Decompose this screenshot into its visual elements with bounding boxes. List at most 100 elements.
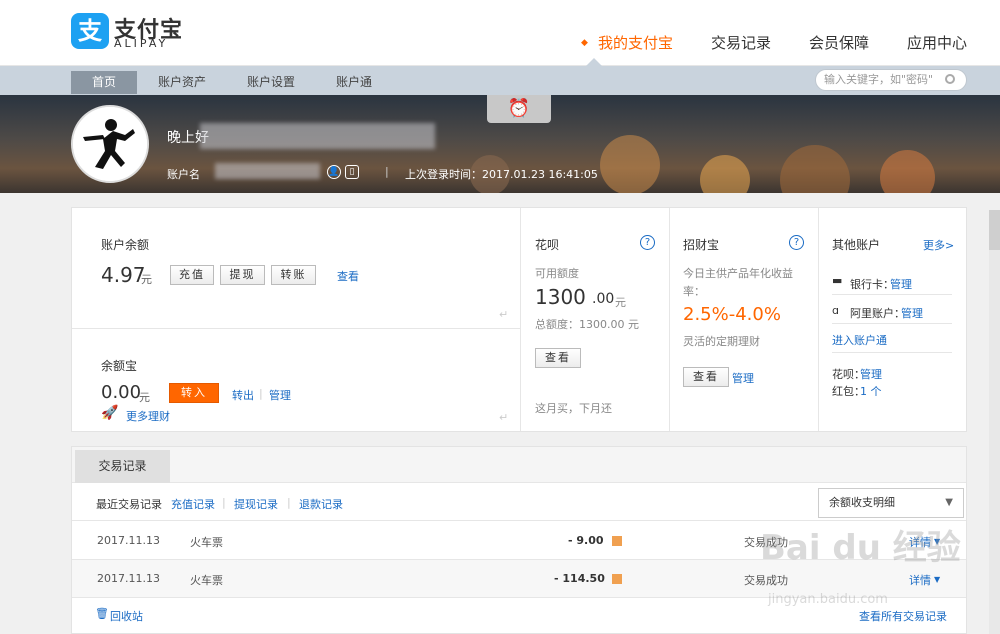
nav-transactions[interactable]: 交易记录 xyxy=(711,0,771,66)
available-credit-label: 可用额度 xyxy=(535,267,579,280)
transfer-out-link[interactable]: 转出 xyxy=(232,387,254,403)
divider xyxy=(832,294,952,295)
asset-panel: 账户余额 4.97 元 充值 提现 转账 查看 ↵ 余额宝 0.00 元 转入 … xyxy=(71,207,967,432)
nav-membership[interactable]: 会员保障 xyxy=(809,0,869,66)
tx-detail-link[interactable]: 详情 xyxy=(909,572,931,588)
recycle-bin-link[interactable]: 回收站 xyxy=(110,608,143,624)
ali-account-manage-link[interactable]: 管理 xyxy=(901,305,923,321)
help-icon[interactable]: ? xyxy=(640,235,655,250)
ali-account-icon: ɑ xyxy=(832,304,839,317)
tx-type-select[interactable]: 余额收支明细 ▼ xyxy=(818,488,964,518)
subnav-assets[interactable]: 账户资产 xyxy=(149,71,215,94)
hongbao-count[interactable]: 1 个 xyxy=(860,383,882,399)
mobile-icon[interactable]: ▯ xyxy=(345,165,359,179)
divider xyxy=(832,323,952,324)
transfer-in-button[interactable]: 转入 xyxy=(169,383,219,403)
yuebao-unit: 元 xyxy=(139,391,150,404)
trash-icon: 🗑 xyxy=(95,607,109,620)
recharge-button[interactable]: 充值 xyxy=(170,265,214,285)
avatar[interactable] xyxy=(71,105,149,183)
return-icon: ↵ xyxy=(499,411,509,424)
enter-account-pass-link[interactable]: 进入账户通 xyxy=(832,332,887,348)
tx-amount: - 114.50 xyxy=(554,572,605,585)
tx-name: 火车票 xyxy=(190,536,223,549)
redacted-username xyxy=(200,123,435,149)
huabei-view-button[interactable]: 查看 xyxy=(535,348,581,368)
active-nav-indicator xyxy=(586,58,602,66)
balance-amount: 4.97 xyxy=(101,263,146,287)
bokeh-light xyxy=(700,155,750,193)
other-accounts-title: 其他账户 xyxy=(832,238,881,252)
refund-records-link[interactable]: 退款记录 xyxy=(299,496,343,512)
transfer-button[interactable]: 转账 xyxy=(271,265,316,285)
tx-name: 火车票 xyxy=(190,574,223,587)
ali-account-label: 阿里账户： xyxy=(850,307,905,320)
last-login-time: 上次登录时间：2017.01.23 16:41:05 xyxy=(405,168,598,181)
divider xyxy=(669,208,670,431)
zhaocai-rate: 2.5%-4.0% xyxy=(683,304,781,325)
tab-transactions[interactable]: 交易记录 xyxy=(75,450,170,483)
tx-tab-bar: 交易记录 xyxy=(72,447,966,483)
tx-tag-icon xyxy=(612,536,622,546)
alipay-logo-icon[interactable]: 支 xyxy=(71,13,109,49)
zhaocai-note: 灵活的定期理财 xyxy=(683,335,760,348)
available-credit-int: 1300 xyxy=(535,285,586,309)
bank-card-manage-link[interactable]: 管理 xyxy=(890,276,912,292)
subnav-home[interactable]: 首页 xyxy=(71,71,137,94)
zhaocai-view-button[interactable]: 查看 xyxy=(683,367,729,387)
divider: | xyxy=(287,496,291,509)
tx-type-selected: 余额收支明细 xyxy=(829,496,895,509)
huabei-title: 花呗 xyxy=(535,238,560,252)
view-all-tx-link[interactable]: 查看所有交易记录 xyxy=(859,608,947,624)
runner-silhouette-icon xyxy=(73,107,147,181)
scrollbar-track[interactable] xyxy=(989,210,1000,634)
tx-tag-icon xyxy=(612,574,622,584)
yuebao-manage-link[interactable]: 管理 xyxy=(269,387,291,403)
profile-banner: ⏰ 晚上好 账户名 👤 ▯ | 上次登录时间：2017.01.23 16:41:0… xyxy=(0,95,1000,193)
nav-apps[interactable]: 应用中心 xyxy=(907,0,967,66)
bank-card-icon: ▬ xyxy=(832,274,843,287)
top-header: 支 支付宝 ALIPAY 我的支付宝 交易记录 会员保障 应用中心 xyxy=(0,0,1000,86)
more-link[interactable]: 更多> xyxy=(923,237,954,253)
balance-unit: 元 xyxy=(141,273,152,286)
more-finance-link[interactable]: 更多理财 xyxy=(126,408,170,424)
huabei-manage-link[interactable]: 管理 xyxy=(860,366,882,382)
zhaocai-manage-link[interactable]: 管理 xyxy=(732,370,754,386)
total-credit: 总额度：1300.00 元 xyxy=(535,318,639,331)
return-icon: ↵ xyxy=(499,308,509,321)
baidu-watermark-url: jingyan.baidu.com xyxy=(768,592,888,607)
tx-date: 2017.11.13 xyxy=(97,534,160,547)
balance-view-link[interactable]: 查看 xyxy=(337,268,359,284)
subnav-settings[interactable]: 账户设置 xyxy=(238,71,304,94)
balance-title: 账户余额 xyxy=(101,238,150,252)
divider: | xyxy=(259,387,263,400)
baidu-watermark: Bai du 经验 xyxy=(760,528,961,568)
account-name-label: 账户名 xyxy=(167,168,200,181)
recharge-records-link[interactable]: 充值记录 xyxy=(171,496,215,512)
chevron-down-icon: ▼ xyxy=(945,497,953,508)
withdraw-button[interactable]: 提现 xyxy=(220,265,265,285)
divider: | xyxy=(222,496,226,509)
huabei-slogan: 这月买，下月还 xyxy=(535,402,612,415)
recent-tx-label: 最近交易记录 xyxy=(96,498,162,511)
help-icon[interactable]: ? xyxy=(789,235,804,250)
withdraw-records-link[interactable]: 提现记录 xyxy=(234,496,278,512)
divider xyxy=(818,208,819,431)
divider: | xyxy=(385,165,389,178)
redacted-account xyxy=(215,163,320,179)
zhaocai-desc: 今日主供产品年化收益率： xyxy=(683,267,793,298)
divider xyxy=(72,328,520,329)
available-unit: 元 xyxy=(615,296,626,309)
subnav-account-pass[interactable]: 账户通 xyxy=(321,71,387,94)
tx-status: 交易成功 xyxy=(744,574,788,587)
scrollbar-thumb[interactable] xyxy=(989,210,1000,250)
user-verify-icon[interactable]: 👤 xyxy=(327,165,341,179)
rocket-icon: 🚀 xyxy=(101,405,119,421)
main-nav: 我的支付宝 交易记录 会员保障 应用中心 xyxy=(560,0,967,86)
account-icons: 👤 ▯ xyxy=(327,164,363,179)
tx-amount: - 9.00 xyxy=(568,534,604,547)
divider xyxy=(832,352,952,353)
nav-my-alipay[interactable]: 我的支付宝 xyxy=(581,0,673,86)
search-icon[interactable] xyxy=(945,74,955,84)
alarm-clock-icon[interactable]: ⏰ xyxy=(487,95,551,123)
